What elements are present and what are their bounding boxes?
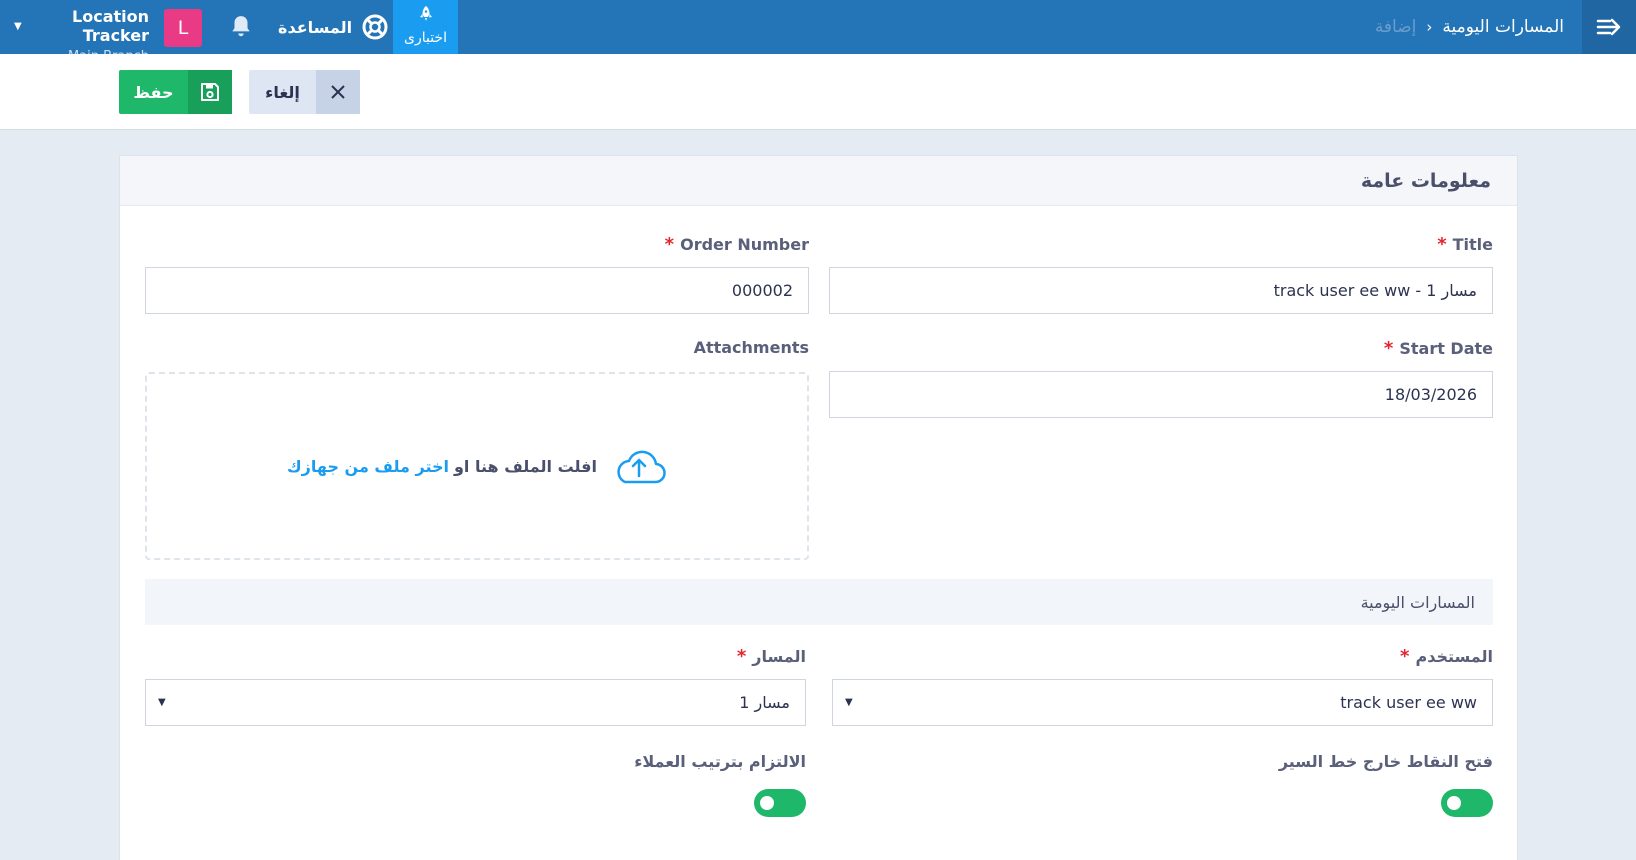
help-button[interactable]: المساعدة — [278, 0, 388, 54]
arrow-right-menu-icon — [1596, 18, 1621, 36]
required-marker: * — [664, 234, 675, 255]
breadcrumb-separator: › — [1426, 18, 1433, 36]
general-info-panel: معلومات عامة Title * track user ee ww - … — [119, 155, 1518, 860]
action-bar: حفظ إلغاء — [0, 54, 1636, 130]
toggle-knob — [1447, 796, 1461, 810]
toggle-knob — [760, 796, 774, 810]
help-label: المساعدة — [278, 17, 353, 37]
save-button[interactable]: حفظ — [119, 70, 232, 114]
customer-order-toggle[interactable] — [754, 789, 806, 817]
floppy-disk-icon — [201, 83, 219, 101]
route-select-value: مسار 1 — [739, 693, 790, 712]
title-label: Title * — [820, 234, 1493, 255]
breadcrumb-current: إضافة — [1374, 17, 1417, 37]
caret-down-icon: ▼ — [158, 697, 166, 708]
open-points-label: فتح النقاط خارج خط السير — [1278, 752, 1493, 771]
route-select[interactable]: ▼ مسار 1 — [145, 679, 806, 726]
caret-down-icon: ▼ — [845, 697, 853, 708]
user-label: المستخدم * — [820, 646, 1493, 667]
file-dropzone[interactable]: افلت الملف هنا او اختر ملف من جهازك — [145, 372, 809, 560]
route-label-text: المسار — [752, 647, 806, 666]
user-label-text: المستخدم — [1415, 647, 1493, 666]
start-date-label-text: Start Date — [1399, 339, 1493, 358]
top-navbar: المسارات اليومية › إضافة ▼ Location Trac… — [0, 0, 1636, 64]
route-label: المسار * — [145, 646, 806, 667]
trial-button[interactable]: اختبارى — [393, 0, 458, 54]
breadcrumb: المسارات اليومية › إضافة — [1375, 0, 1564, 54]
cancel-button[interactable]: إلغاء — [249, 70, 360, 114]
cloud-upload-icon — [617, 450, 666, 484]
required-marker: * — [736, 646, 747, 667]
cancel-button-label: إلغاء — [265, 82, 300, 102]
title-input[interactable]: track user ee ww - مسار 1 — [829, 267, 1493, 314]
save-button-label: حفظ — [133, 82, 174, 102]
brand-name: Location Tracker — [72, 7, 149, 45]
start-date-input[interactable]: 18/03/2026 — [829, 371, 1493, 418]
lifebuoy-icon — [362, 14, 388, 40]
breadcrumb-parent-link[interactable]: المسارات اليومية — [1442, 17, 1564, 37]
start-date-label: Start Date * — [820, 338, 1493, 359]
title-label-text: Title — [1452, 235, 1493, 254]
order-number-label-text: Order Number — [680, 235, 809, 254]
user-avatar[interactable]: L — [164, 9, 202, 47]
sidebar-toggle-button[interactable] — [1582, 0, 1636, 54]
order-number-label: Order Number * — [145, 234, 809, 255]
daily-routes-section-title: المسارات اليومية — [145, 579, 1493, 625]
attachments-label-text: Attachments — [693, 338, 809, 357]
customer-order-label: الالتزام بترتيب العملاء — [634, 752, 806, 771]
close-icon — [331, 85, 345, 99]
rocket-icon — [419, 6, 432, 21]
caret-down-icon: ▼ — [14, 20, 22, 32]
trial-label: اختبارى — [404, 30, 447, 46]
order-number-input[interactable]: 000002 — [145, 267, 809, 314]
dropzone-text: افلت الملف هنا او — [453, 456, 597, 476]
required-marker: * — [1437, 234, 1447, 255]
choose-file-link[interactable]: اختر ملف من جهازك — [287, 457, 449, 476]
required-marker: * — [1383, 338, 1394, 359]
open-points-toggle[interactable] — [1441, 789, 1493, 817]
cancel-icon-wrapper — [316, 70, 360, 114]
required-marker: * — [1400, 646, 1410, 667]
save-icon-wrapper — [188, 70, 232, 114]
user-select-value: track user ee ww — [1340, 693, 1477, 712]
panel-title: معلومات عامة — [120, 156, 1517, 206]
bell-icon[interactable] — [228, 14, 254, 40]
attachments-label: Attachments — [145, 338, 809, 357]
user-select[interactable]: ▼ track user ee ww — [832, 679, 1493, 726]
